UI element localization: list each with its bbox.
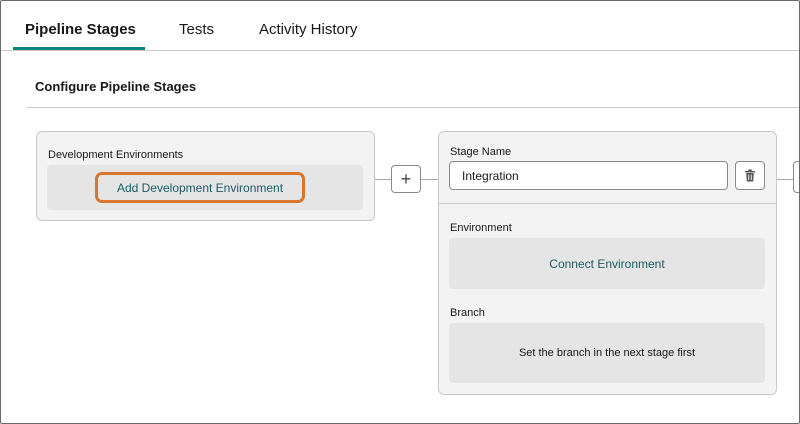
pipeline-window: Pipeline Stages Tests Activity History C… xyxy=(0,0,800,424)
branch-slot: Set the branch in the next stage first xyxy=(449,323,765,383)
delete-stage-button[interactable] xyxy=(735,161,765,190)
stage-card-divider xyxy=(439,203,776,204)
section-divider xyxy=(27,107,799,108)
branch-message: Set the branch in the next stage first xyxy=(518,347,696,359)
tab-bar: Pipeline Stages Tests Activity History xyxy=(1,1,799,51)
tab-tests[interactable]: Tests xyxy=(179,21,214,51)
next-stage-button[interactable] xyxy=(793,161,799,193)
stage-name-input[interactable] xyxy=(449,161,728,190)
section-title: Configure Pipeline Stages xyxy=(35,79,197,94)
plus-icon: + xyxy=(400,169,412,189)
connect-environment-button[interactable]: Connect Environment xyxy=(449,238,765,289)
trash-icon xyxy=(745,169,755,182)
highlight-outline xyxy=(95,172,305,203)
environment-label: Environment xyxy=(450,222,512,234)
tab-activity-history[interactable]: Activity History xyxy=(259,21,357,51)
connector-line-left xyxy=(375,179,391,180)
branch-label: Branch xyxy=(450,307,485,319)
connector-line-right xyxy=(421,179,439,180)
dev-environments-label: Development Environments xyxy=(48,149,184,161)
active-tab-indicator xyxy=(13,47,145,50)
stage-name-label: Stage Name xyxy=(450,146,512,158)
connector-line-next xyxy=(777,179,793,180)
add-stage-button[interactable]: + xyxy=(391,165,421,193)
